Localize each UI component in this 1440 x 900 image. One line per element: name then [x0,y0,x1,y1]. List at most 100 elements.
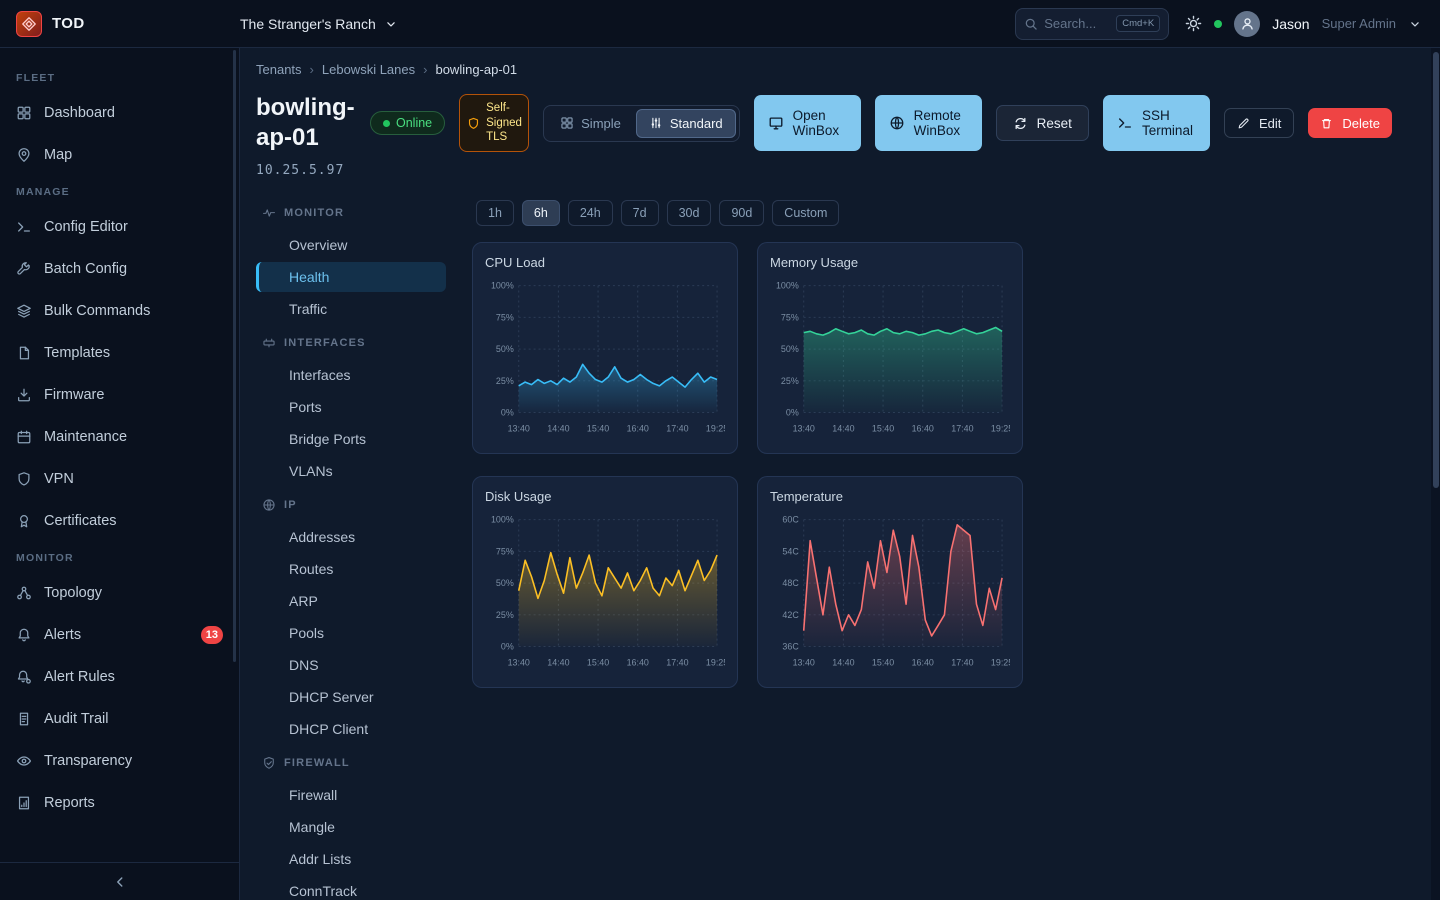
edit-button[interactable]: Edit [1224,108,1294,138]
tenant-selector[interactable]: The Stranger's Ranch [240,16,398,32]
sidebar-item-label: Transparency [44,753,132,769]
bell-gear-icon [16,669,32,685]
sidebar-item-dashboard[interactable]: Dashboard [0,92,239,134]
sidebar-item-bulk-commands[interactable]: Bulk Commands [0,290,239,332]
topology-icon [16,585,32,601]
sidebar-item-maintenance[interactable]: Maintenance [0,416,239,458]
time-range-90d[interactable]: 90d [719,200,764,226]
device-nav-item-firewall[interactable]: Firewall [256,780,446,810]
sidebar-item-transparency[interactable]: Transparency [0,740,239,782]
svg-text:16:40: 16:40 [912,657,934,667]
sidebar-item-alert-rules[interactable]: Alert Rules [0,656,239,698]
open-winbox-button[interactable]: Open WinBox [754,95,861,151]
sidebar-scrollbar[interactable] [233,50,236,662]
svg-text:13:40: 13:40 [793,657,815,667]
chart-card-cpu-load: CPU Load100%75%50%25%0%13:4014:4015:4016… [472,242,738,454]
device-nav-section-label: MONITOR [284,207,344,219]
device-nav-item-traffic[interactable]: Traffic [256,294,446,324]
sidebar-item-alerts[interactable]: Alerts13 [0,614,239,656]
main-scrollbar-thumb[interactable] [1433,52,1439,488]
svg-text:13:40: 13:40 [508,657,530,667]
user-role: Super Admin [1322,16,1396,31]
search-box[interactable]: Cmd+K [1015,8,1169,40]
reset-button[interactable]: Reset [996,105,1089,141]
svg-text:17:40: 17:40 [666,657,688,667]
sidebar-item-label: VPN [44,471,74,487]
device-nav-item-routes[interactable]: Routes [256,554,446,584]
device-nav-item-dns[interactable]: DNS [256,650,446,680]
device-nav-item-pools[interactable]: Pools [256,618,446,648]
map-pin-icon [16,147,32,163]
device-nav-item-addr-lists[interactable]: Addr Lists [256,844,446,874]
app-logo-icon [16,11,42,37]
time-range-custom[interactable]: Custom [772,200,839,226]
mode-simple-button[interactable]: Simple [547,109,634,138]
svg-text:0%: 0% [786,408,799,418]
sidebar-item-map[interactable]: Map [0,134,239,176]
sidebar-nav: FLEETDashboardMapMANAGEConfig EditorBatc… [0,48,240,900]
device-nav-item-mangle[interactable]: Mangle [256,812,446,842]
svg-text:14:40: 14:40 [832,657,854,667]
certificate-icon [16,513,32,529]
user-menu-button[interactable] [1408,17,1422,31]
sidebar-collapse-button[interactable] [112,874,128,890]
device-nav-item-conntrack[interactable]: ConnTrack [256,876,446,900]
sidebar-item-audit-trail[interactable]: Audit Trail [0,698,239,740]
time-range-7d[interactable]: 7d [621,200,659,226]
sidebar-section-label: MONITOR [0,542,239,572]
sidebar-item-config-editor[interactable]: Config Editor [0,206,239,248]
sun-icon [1185,15,1202,32]
app-name: TOD [52,15,85,32]
grid-icon [16,105,32,121]
device-nav-item-ports[interactable]: Ports [256,392,446,422]
search-input[interactable] [1044,16,1110,31]
reset-label: Reset [1037,116,1072,131]
connection-status-dot [1214,20,1222,28]
svg-text:50%: 50% [781,344,799,354]
device-nav-item-bridge-ports[interactable]: Bridge Ports [256,424,446,454]
device-nav-section-label: IP [284,499,297,511]
breadcrumb-item-tenants[interactable]: Tenants [256,62,302,77]
device-nav-item-dhcp-server[interactable]: DHCP Server [256,682,446,712]
chart-title: Memory Usage [770,255,1010,270]
remote-winbox-button[interactable]: Remote WinBox [875,95,982,151]
breadcrumb: Tenants›Lebowski Lanes›bowling-ap-01 [256,62,1416,77]
sidebar-item-topology[interactable]: Topology [0,572,239,614]
time-range-30d[interactable]: 30d [667,200,712,226]
sidebar-item-batch-config[interactable]: Batch Config [0,248,239,290]
sidebar-item-firmware[interactable]: Firmware [0,374,239,416]
device-nav-item-vlans[interactable]: VLANs [256,456,446,486]
time-range-6h[interactable]: 6h [522,200,560,226]
theme-toggle-button[interactable] [1185,15,1202,32]
device-nav-item-arp[interactable]: ARP [256,586,446,616]
sidebar-item-reports[interactable]: Reports [0,782,239,824]
time-range-1h[interactable]: 1h [476,200,514,226]
breadcrumb-separator: › [310,62,314,77]
device-nav-item-overview[interactable]: Overview [256,230,446,260]
pulse-icon [262,206,276,220]
user-name: Jason [1272,16,1309,32]
sidebar-item-vpn[interactable]: VPN [0,458,239,500]
sidebar-item-templates[interactable]: Templates [0,332,239,374]
sidebar-item-certificates[interactable]: Certificates [0,500,239,542]
interfaces-icon [262,336,276,350]
bell-icon [16,627,32,643]
sidebar-item-label: Bulk Commands [44,303,150,319]
time-range-24h[interactable]: 24h [568,200,613,226]
breadcrumb-item-lebowski-lanes[interactable]: Lebowski Lanes [322,62,415,77]
trash-icon [1320,117,1333,130]
svg-text:14:40: 14:40 [547,657,569,667]
pencil-icon [1237,117,1250,130]
sidebar-item-label: Dashboard [44,105,115,121]
device-nav-item-health[interactable]: Health [256,262,446,292]
device-nav-item-interfaces[interactable]: Interfaces [256,360,446,390]
svg-text:25%: 25% [496,610,514,620]
device-nav-item-dhcp-client[interactable]: DHCP Client [256,714,446,744]
delete-button[interactable]: Delete [1308,108,1392,138]
svg-text:60C: 60C [782,515,799,525]
avatar[interactable] [1234,11,1260,37]
device-nav-item-addresses[interactable]: Addresses [256,522,446,552]
ssh-terminal-button[interactable]: SSH Terminal [1103,95,1210,151]
topbar-actions: Jason Super Admin [1185,11,1422,37]
mode-standard-button[interactable]: Standard [636,109,736,138]
